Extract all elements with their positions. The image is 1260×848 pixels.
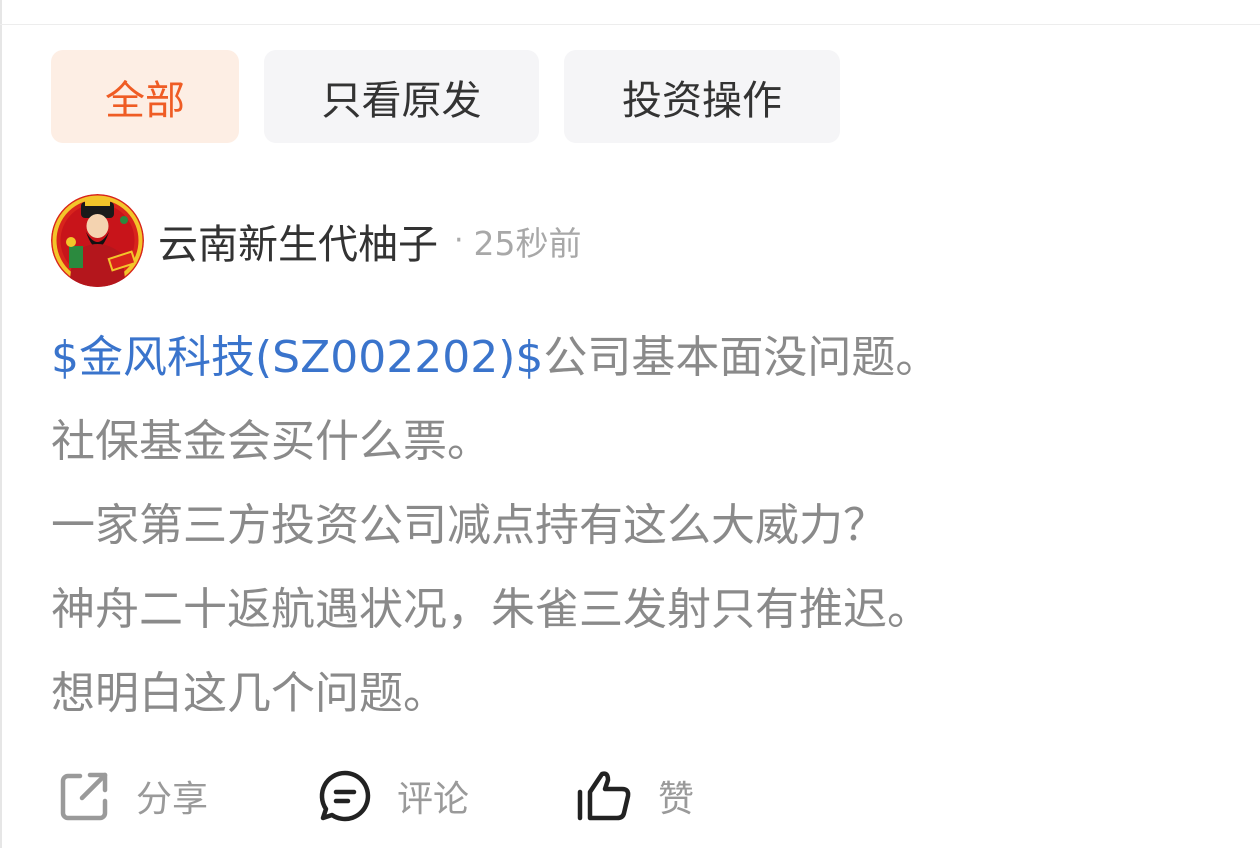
post-timestamp: 25秒前	[473, 223, 582, 263]
filter-tab-original-only[interactable]: 只看原发	[264, 50, 539, 143]
stock-tag-link[interactable]: $金风科技(SZ002202)$	[51, 332, 543, 383]
author-name[interactable]: 云南新生代柚子	[158, 212, 438, 270]
post-line: $金风科技(SZ002202)$公司基本面没问题。	[51, 316, 1231, 400]
filter-tab-all[interactable]: 全部	[51, 50, 239, 143]
share-label: 分享	[136, 779, 209, 820]
left-edge-border	[0, 0, 2, 848]
post-line: 社保基金会买什么票。	[51, 416, 491, 467]
post-line: 一家第三方投资公司减点持有这么大威力？	[51, 500, 887, 551]
thumbs-up-icon	[577, 771, 631, 821]
meta-separator: ·	[454, 223, 464, 258]
share-button[interactable]: 分享	[56, 760, 208, 832]
top-divider	[0, 24, 1260, 25]
comment-icon	[319, 770, 371, 822]
filter-tab-investment-ops[interactable]: 投资操作	[564, 50, 840, 143]
post-text: 公司基本面没问题。	[543, 332, 940, 383]
like-button[interactable]: 赞	[574, 760, 694, 832]
comment-label: 评论	[397, 779, 470, 820]
avatar-image	[51, 194, 144, 287]
like-label: 赞	[658, 779, 695, 820]
author-row: 云南新生代柚子 · 25秒前	[51, 194, 582, 287]
post-detail-page: 全部 只看原发 投资操作 云南新生代柚子 · 25秒前 $金风科技(SZ0022…	[0, 0, 1260, 848]
comment-button[interactable]: 评论	[317, 760, 469, 832]
avatar[interactable]	[51, 194, 144, 287]
share-icon	[60, 772, 108, 821]
post-line: 想明白这几个问题。	[51, 668, 447, 719]
post-line: 神舟二十返航遇状况，朱雀三发射只有推迟。	[51, 584, 931, 635]
post-content: $金风科技(SZ002202)$公司基本面没问题。 社保基金会买什么票。 一家第…	[51, 316, 1231, 736]
